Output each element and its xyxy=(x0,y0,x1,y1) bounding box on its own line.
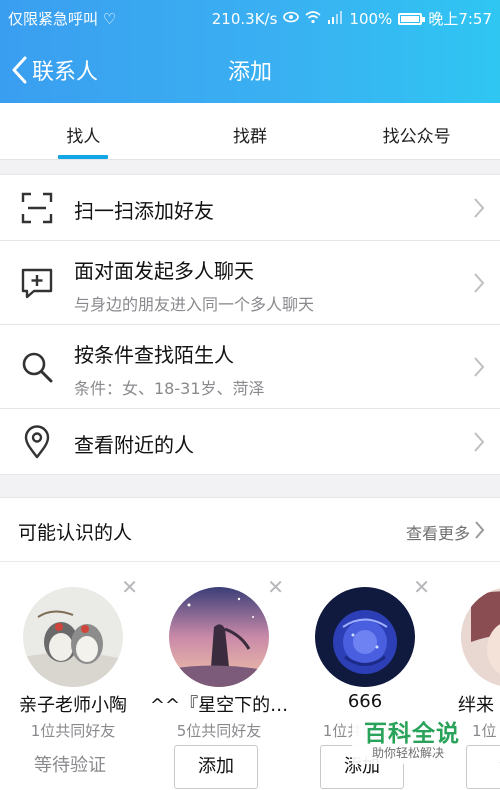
top-bar: 仅限紧急呼叫 ♡ 210.3K/s 100% 晚上7:57 联系人 添加 xyxy=(0,0,500,103)
nav-bar: 联系人 添加 xyxy=(0,34,500,103)
tab-find-groups[interactable]: 找群 xyxy=(167,103,334,159)
scan-add-friend-row[interactable]: 扫一扫添加好友 xyxy=(0,175,500,241)
battery-icon xyxy=(398,12,426,25)
person-card[interactable]: ✕ ^^『星空下的… 5位共同好友 添加 xyxy=(146,573,292,790)
row-subtitle: 与身边的朋友进入同一个多人聊天 xyxy=(74,295,315,314)
avatar xyxy=(23,587,123,687)
person-name: 亲子老师小陶 xyxy=(19,695,127,716)
mutual-friends: 1位共同好友 xyxy=(30,722,116,740)
scan-icon xyxy=(21,192,53,223)
mutual-friends: 1位 xyxy=(472,722,497,740)
add-friend-button[interactable]: 添 xyxy=(466,745,500,789)
nearby-people-row[interactable]: 查看附近的人 xyxy=(0,409,500,475)
chat-add-icon xyxy=(21,268,53,298)
face-to-face-chat-row[interactable]: 面对面发起多人聊天 与身边的朋友进入同一个多人聊天 xyxy=(0,241,500,325)
network-speed: 210.3K/s xyxy=(211,9,278,28)
row-subtitle: 条件：女、18-31岁、菏泽 xyxy=(74,379,265,398)
signal-icon xyxy=(327,10,343,28)
chevron-right-icon xyxy=(474,356,485,377)
row-title: 按条件查找陌生人 xyxy=(74,343,234,367)
carrier-text: 仅限紧急呼叫 xyxy=(8,10,99,28)
tab-bar: 找人 找群 找公众号 xyxy=(0,103,500,160)
mutual-friends: 5位共同好友 xyxy=(176,722,262,740)
heart-rate-icon: ♡ xyxy=(102,10,117,28)
pending-verification-status: 等待验证 xyxy=(34,755,106,776)
page-title: 添加 xyxy=(227,60,272,85)
eye-icon xyxy=(283,10,300,28)
clock: 晚上7:57 xyxy=(428,10,492,28)
person-name: ^^『星空下的… xyxy=(149,695,289,716)
dismiss-icon[interactable]: ✕ xyxy=(413,575,430,599)
person-name: 绊来 xyxy=(458,695,494,716)
chevron-right-icon xyxy=(474,431,485,452)
battery-percent: 100% xyxy=(349,9,393,28)
see-more-link[interactable]: 查看更多 xyxy=(406,520,470,544)
person-name: 666 xyxy=(347,691,383,712)
row-title: 扫一扫添加好友 xyxy=(74,199,214,223)
wifi-icon xyxy=(305,10,321,28)
search-icon xyxy=(22,352,53,382)
search-strangers-row[interactable]: 按条件查找陌生人 条件：女、18-31岁、菏泽 xyxy=(0,325,500,409)
location-pin-icon xyxy=(24,424,50,458)
watermark-subtitle: 助你轻松解决 xyxy=(372,746,445,760)
chevron-right-icon xyxy=(474,197,485,218)
chevron-right-icon xyxy=(475,521,485,539)
avatar xyxy=(461,587,500,687)
dismiss-icon[interactable]: ✕ xyxy=(121,575,138,599)
row-title: 面对面发起多人聊天 xyxy=(74,259,254,283)
add-options-list: 扫一扫添加好友 面对面发起多人聊天 与身边的朋友进入同一个多人聊天 按条件查找陌… xyxy=(0,174,500,475)
avatar xyxy=(315,587,415,687)
section-header: 可能认识的人 查看更多 xyxy=(0,498,500,562)
watermark-logo: 百科全说 助你轻松解决 xyxy=(352,712,462,764)
avatar xyxy=(169,587,269,687)
add-friend-button[interactable]: 添加 xyxy=(174,745,258,789)
person-card[interactable]: ✕ 亲子老师小陶 1位共同好友 等待验证 xyxy=(0,573,146,790)
tab-find-official-accounts[interactable]: 找公众号 xyxy=(333,103,500,159)
status-bar: 仅限紧急呼叫 ♡ 210.3K/s 100% 晚上7:57 xyxy=(0,0,500,34)
chevron-right-icon xyxy=(474,272,485,293)
watermark-title: 百科全说 xyxy=(364,721,460,747)
dismiss-icon[interactable]: ✕ xyxy=(267,575,284,599)
section-title: 可能认识的人 xyxy=(18,522,133,544)
row-title: 查看附近的人 xyxy=(74,433,194,457)
tab-find-people[interactable]: 找人 xyxy=(0,103,167,159)
